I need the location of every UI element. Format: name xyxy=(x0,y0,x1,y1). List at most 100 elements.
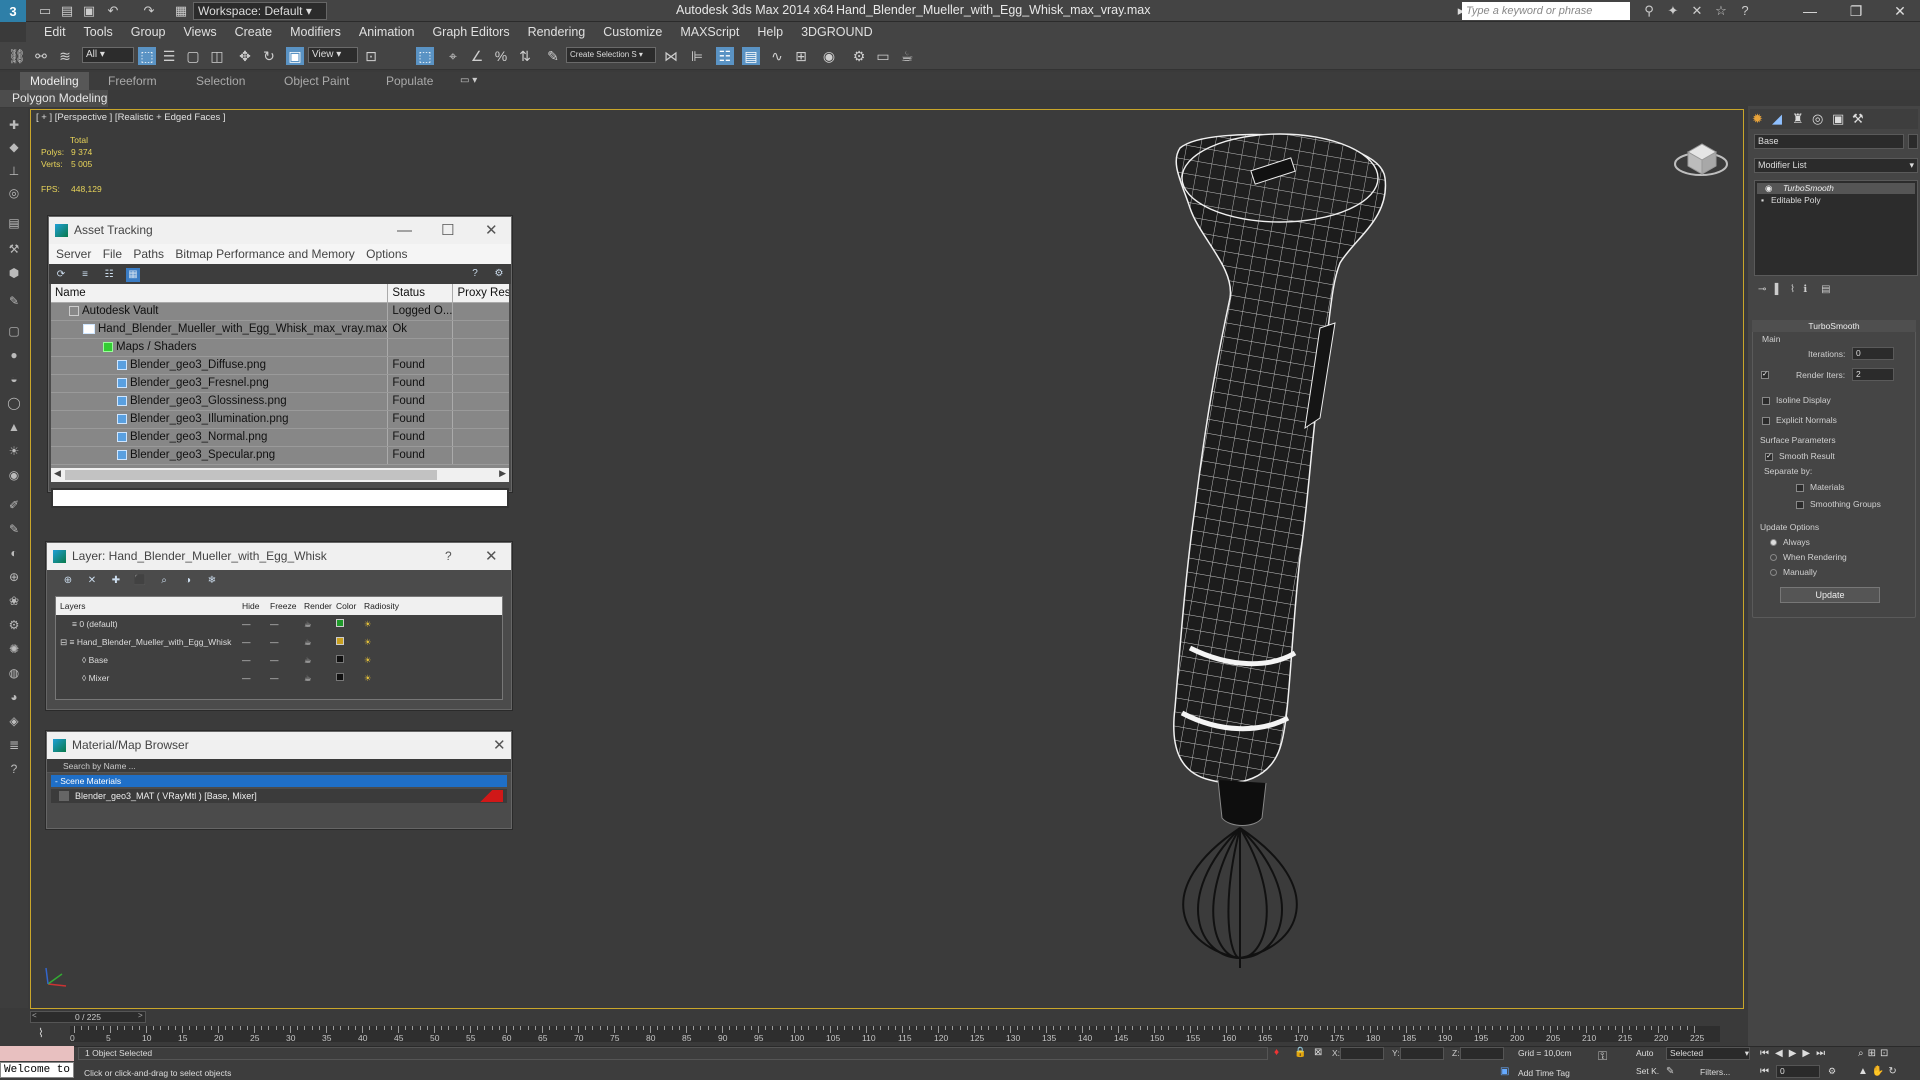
angle-snap-icon[interactable]: ∠ xyxy=(468,47,486,65)
create-icon[interactable]: ✚ xyxy=(5,116,23,134)
radiosity-icon[interactable]: ☀ xyxy=(364,669,502,687)
window-crossing-icon[interactable]: ◫ xyxy=(208,47,226,65)
radiosity-icon[interactable]: ☀ xyxy=(364,633,502,651)
pan-icon[interactable]: ✋ xyxy=(1872,1066,1888,1077)
menu-options[interactable]: Options xyxy=(366,247,407,261)
table-row[interactable]: ≡ 0 (default) — — ☕ ☀ xyxy=(56,615,502,633)
time-slider[interactable]: 0 / 225 xyxy=(30,1011,146,1023)
smoothing-groups-checkbox[interactable] xyxy=(1796,500,1804,509)
list-view-icon[interactable]: ≡ xyxy=(78,268,92,282)
key-mode-toggle-icon[interactable]: ⏮ xyxy=(1760,1066,1769,1077)
systems-icon[interactable]: ⚙ xyxy=(5,616,23,634)
layers-icon[interactable]: ≣ xyxy=(5,736,23,754)
selection-lock-icon[interactable]: 🔒 xyxy=(1294,1047,1306,1058)
timeline-ruler[interactable]: 0 5 10 15 20 25 30 35 40 45 50 55 60 65 70 75 80 85 90 95 10… xyxy=(70,1026,1720,1043)
time-config-icon[interactable]: ⚙ xyxy=(1828,1066,1836,1077)
percent-snap-icon[interactable]: % xyxy=(492,47,510,65)
auto-key-button[interactable]: Auto xyxy=(1636,1048,1654,1058)
delete-layer-icon[interactable]: ✕ xyxy=(85,574,99,588)
render-teapot-icon[interactable]: ☕ xyxy=(304,651,336,669)
shapes-icon[interactable]: ✎ xyxy=(5,292,23,310)
turbosmooth-rollout-title[interactable]: TurboSmooth xyxy=(1752,320,1916,332)
particles-icon[interactable]: ✺ xyxy=(5,640,23,658)
layer-color-swatch[interactable] xyxy=(336,673,344,681)
reference-coordinate-dropdown[interactable]: View ▾ xyxy=(308,47,358,63)
play-icon[interactable]: ▶ xyxy=(1789,1048,1803,1059)
stack-item-turbosmooth[interactable]: ◉ TurboSmooth xyxy=(1757,183,1915,194)
table-row[interactable]: Autodesk Vault Logged O... xyxy=(51,302,509,321)
app-logo-icon[interactable]: 3 xyxy=(0,0,26,22)
panel-minimize-button[interactable]: — xyxy=(397,217,412,244)
layer-close-button[interactable]: ✕ xyxy=(485,543,498,570)
panel-maximize-button[interactable]: ☐ xyxy=(441,217,454,244)
tree-view-icon[interactable]: ☷ xyxy=(102,268,116,282)
key-filters-button[interactable]: Filters... xyxy=(1700,1067,1730,1077)
scrollbar-thumb[interactable] xyxy=(65,470,437,480)
toggle-ribbon-icon[interactable]: ▤ xyxy=(742,47,760,65)
utilities-icon[interactable]: ⚒ xyxy=(5,240,23,258)
spinner-snap-icon[interactable]: ⇅ xyxy=(516,47,534,65)
menu-group[interactable]: Group xyxy=(131,25,166,39)
col-name[interactable]: Name xyxy=(51,284,389,303)
rendered-frame-window-icon[interactable]: ▭ xyxy=(874,47,892,65)
table-row[interactable]: Blender_geo3_Diffuse.png Found xyxy=(51,356,509,375)
hide-all-icon[interactable]: ◑ xyxy=(181,574,195,588)
render-iters-checkbox[interactable]: ✓ xyxy=(1761,370,1769,379)
motion-icon[interactable]: ◎ xyxy=(5,184,23,202)
modify-icon[interactable]: ◆ xyxy=(5,138,23,156)
panel-close-button[interactable]: ✕ xyxy=(485,217,498,244)
menu-maxscript[interactable]: MAXScript xyxy=(680,25,739,39)
unlink-icon[interactable]: ⚯ xyxy=(32,47,50,65)
zoom-all-icon[interactable]: ⊞ xyxy=(1868,1048,1880,1059)
layer-manager-titlebar[interactable]: Layer: Hand_Blender_Mueller_with_Egg_Whi… xyxy=(47,543,511,570)
render-iters-spinner[interactable]: 2 xyxy=(1852,368,1894,381)
hierarchy-icon[interactable]: ⊥ xyxy=(5,162,23,180)
edit-named-selection-icon[interactable]: ✎ xyxy=(544,47,562,65)
add-time-tag-button[interactable]: Add Time Tag xyxy=(1518,1068,1570,1078)
bind-space-warp-icon[interactable]: ≋ xyxy=(56,47,74,65)
explicit-normals-checkbox[interactable] xyxy=(1762,416,1770,425)
col-proxy-res[interactable]: Proxy Res... xyxy=(452,284,509,303)
polygon-modeling-label[interactable]: Polygon Modeling xyxy=(0,90,108,107)
menu-customize[interactable]: Customize xyxy=(603,25,662,39)
render-production-icon[interactable]: ☕ xyxy=(898,47,916,65)
named-selection-dropdown[interactable]: Create Selection S ▾ xyxy=(566,47,656,63)
remove-modifier-icon[interactable]: ℹ xyxy=(1803,284,1807,295)
select-scale-icon[interactable]: ▣ xyxy=(286,47,304,65)
tab-populate[interactable]: Populate xyxy=(376,72,443,90)
slider-next-icon[interactable]: > xyxy=(138,1011,143,1020)
box-primitive-icon[interactable]: ▢ xyxy=(5,322,23,340)
menu-paths[interactable]: Paths xyxy=(133,247,164,261)
favorites-icon[interactable]: ☆ xyxy=(1712,2,1730,20)
minimize-button[interactable]: — xyxy=(1790,0,1830,22)
next-frame-icon[interactable]: ▶ xyxy=(1802,1048,1816,1059)
table-row[interactable]: Blender_geo3_Glossiness.png Found xyxy=(51,392,509,411)
material-search-input[interactable]: Search by Name ... xyxy=(47,759,511,773)
make-unique-icon[interactable]: ⌇ xyxy=(1790,284,1795,295)
scroll-left-icon[interactable]: ◀ xyxy=(54,468,61,479)
mini-curve-editor-icon[interactable]: ⌇ xyxy=(38,1026,44,1040)
material-browser-titlebar[interactable]: Material/Map Browser ✕ xyxy=(47,732,511,759)
set-key-button[interactable]: Set K. xyxy=(1636,1066,1659,1076)
help-icon-small[interactable]: ? xyxy=(468,267,482,281)
new-file-icon[interactable]: ▭ xyxy=(36,2,54,20)
iterations-spinner[interactable]: 0 xyxy=(1852,347,1894,360)
when-rendering-radio[interactable] xyxy=(1770,554,1777,562)
rectangular-selection-icon[interactable]: ▢ xyxy=(184,47,202,65)
table-row[interactable]: ⊟ ≡ Hand_Blender_Mueller_with_Egg_Whisk —… xyxy=(56,633,502,651)
configure-sets-icon[interactable]: ▤ xyxy=(1821,284,1830,295)
maxscript-listener-field[interactable]: Welcome to xyxy=(0,1062,74,1078)
col-hide[interactable]: Hide xyxy=(242,597,270,615)
time-tag-icon[interactable]: ▣ xyxy=(1500,1066,1509,1077)
utilities-tab-icon[interactable]: ⚒ xyxy=(1852,111,1864,127)
material-browser-close-button[interactable]: ✕ xyxy=(493,732,506,759)
tab-object-paint[interactable]: Object Paint xyxy=(274,72,359,90)
col-freeze[interactable]: Freeze xyxy=(270,597,304,615)
menu-edit[interactable]: Edit xyxy=(44,25,66,39)
paint-icon[interactable]: ✎ xyxy=(5,520,23,538)
refresh-icon[interactable]: ⟳ xyxy=(54,268,68,282)
tab-modeling[interactable]: Modeling xyxy=(20,72,89,90)
subscription-icon[interactable]: ✦ xyxy=(1664,2,1682,20)
table-row[interactable]: Blender_geo3_Fresnel.png Found xyxy=(51,374,509,393)
layer-explorer-icon[interactable]: ☷ xyxy=(716,47,734,65)
